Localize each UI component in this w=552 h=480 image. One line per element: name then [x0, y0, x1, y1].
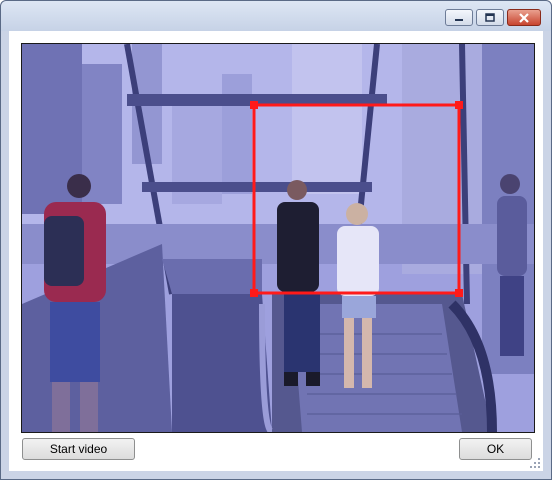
video-frame: [22, 44, 534, 432]
minimize-icon: [455, 18, 463, 21]
minimize-button[interactable]: [445, 9, 473, 26]
title-bar[interactable]: [1, 1, 551, 31]
resize-grip-icon[interactable]: [529, 457, 541, 469]
dialog-window: Start video OK: [0, 0, 552, 480]
caption-buttons: [445, 9, 541, 26]
start-video-button[interactable]: Start video: [22, 438, 135, 460]
maximize-button[interactable]: [476, 9, 504, 26]
ok-button[interactable]: OK: [459, 438, 532, 460]
close-button[interactable]: [507, 9, 541, 26]
maximize-icon: [485, 12, 495, 22]
dialog-client-area: Start video OK: [9, 31, 543, 471]
video-view[interactable]: [21, 43, 535, 433]
close-icon: [519, 12, 529, 23]
